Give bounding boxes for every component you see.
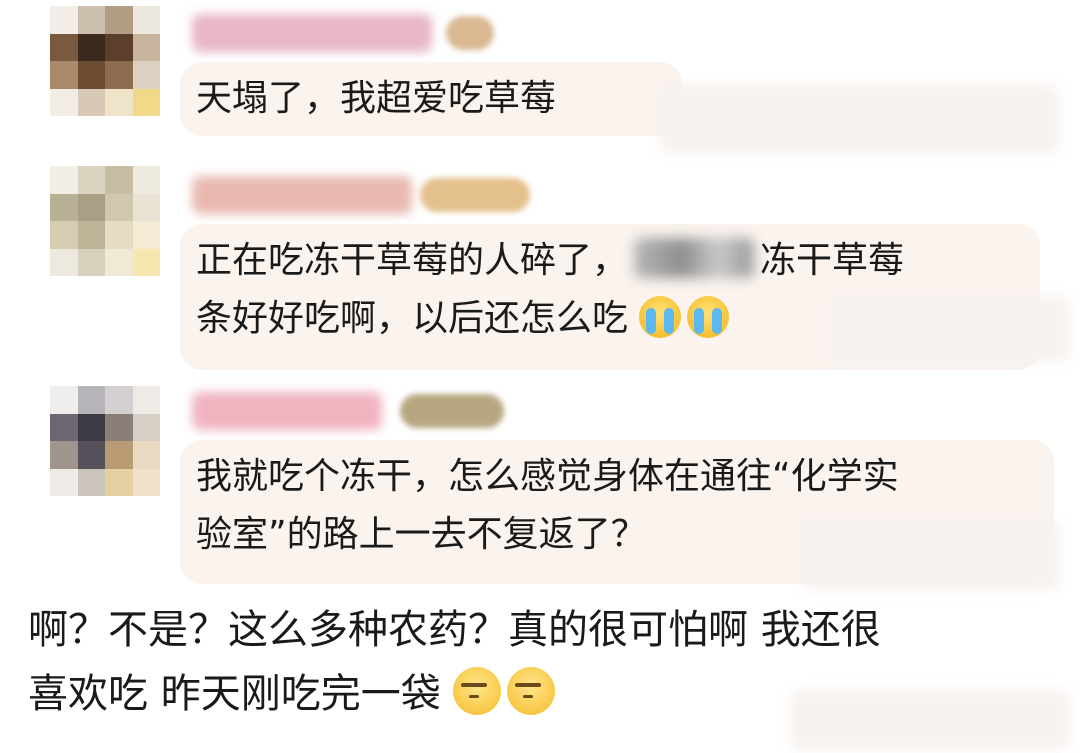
- crying-face-icon: [687, 296, 730, 338]
- avatar[interactable]: [50, 386, 160, 496]
- comment-text: 正在吃冻干草莓的人碎了，: [196, 240, 629, 281]
- comment-line-1: 我就吃个冻干，怎么感觉身体在通往“化学实: [196, 456, 899, 497]
- avatar[interactable]: [50, 6, 160, 116]
- speechless-face-icon: [453, 667, 502, 715]
- blurred-overlay: [800, 520, 1060, 590]
- post-text-segment: 喜欢吃 昨天刚吃完一袋: [28, 671, 441, 717]
- blurred-overlay: [660, 84, 1060, 154]
- comment-text: 天塌了，我超爱吃草莓: [196, 78, 557, 119]
- avatar[interactable]: [50, 166, 160, 276]
- post-line-1: 啊？不是？这么多种农药？真的很可怕啊 我还很: [28, 607, 881, 653]
- comment-text: 冻干草莓: [760, 240, 905, 281]
- username-blurred[interactable]: [192, 176, 412, 214]
- username-blurred[interactable]: [192, 392, 382, 430]
- user-badge-icon: [420, 178, 530, 212]
- user-badge-icon: [446, 16, 494, 50]
- blurred-mention[interactable]: [634, 238, 755, 278]
- comment-line-1: 正在吃冻干草莓的人碎了， 冻干草莓: [196, 232, 1024, 290]
- comment-bubble: 天塌了，我超爱吃草莓: [180, 62, 682, 136]
- crying-face-icon: [639, 296, 682, 338]
- user-badge-icon: [400, 394, 504, 428]
- blurred-overlay: [830, 296, 1070, 362]
- username-blurred[interactable]: [192, 14, 432, 52]
- speechless-face-icon: [507, 667, 556, 715]
- blurred-overlay: [790, 690, 1070, 750]
- comment-text: 条好好吃啊，以后还怎么吃: [196, 298, 629, 339]
